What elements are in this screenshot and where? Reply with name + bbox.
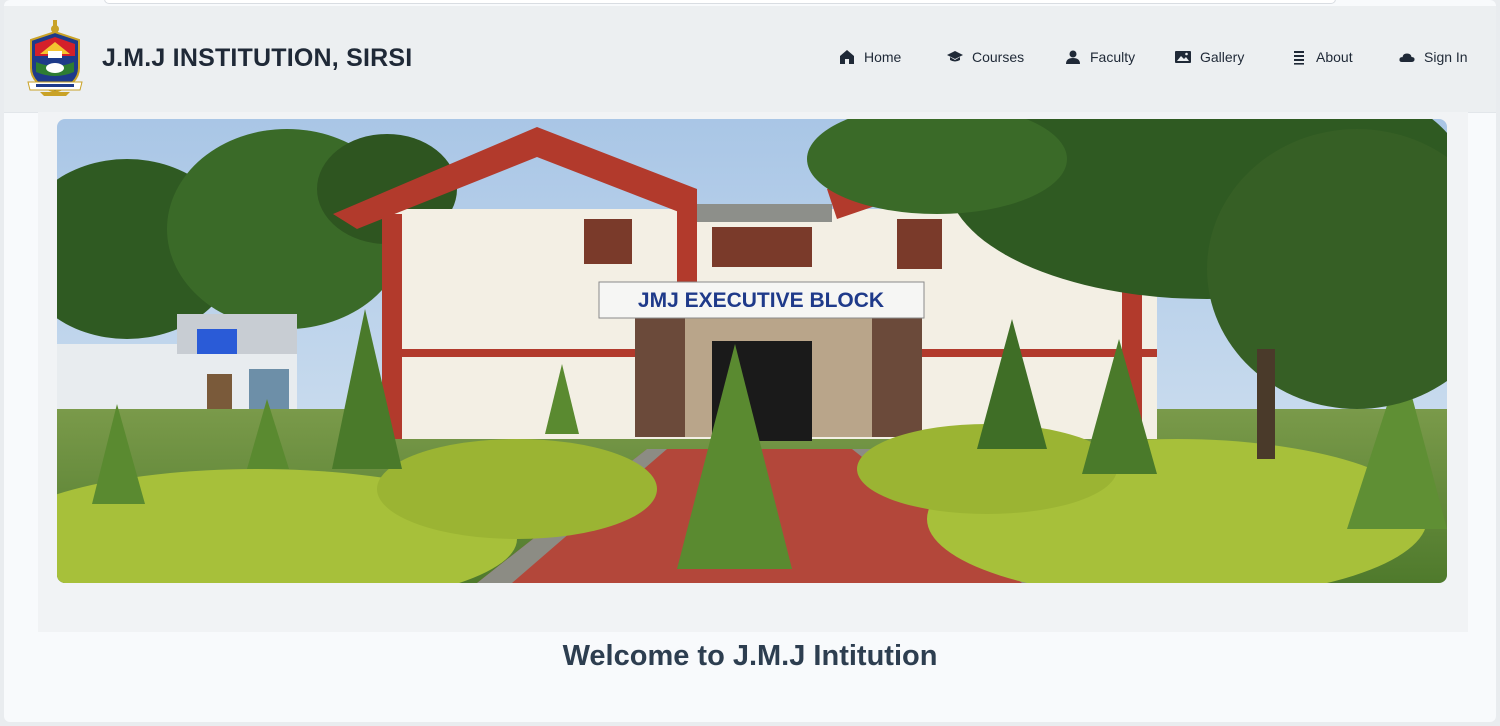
institution-logo[interactable] xyxy=(26,18,84,98)
building-sign: JMJ EXECUTIVE BLOCK xyxy=(638,289,884,312)
page: J.M.J INSTITUTION, SIRSI Home Courses Fa… xyxy=(4,0,1496,722)
list-icon xyxy=(1294,51,1304,65)
nav-faculty[interactable]: Faculty xyxy=(1064,48,1135,66)
browser-top-edge xyxy=(104,0,1336,4)
nav-sign-in-label: Sign In xyxy=(1424,49,1468,65)
nav-courses[interactable]: Courses xyxy=(946,48,1024,66)
cloud-icon xyxy=(1399,53,1415,62)
nav-sign-in[interactable]: Sign In xyxy=(1398,48,1468,66)
image-icon xyxy=(1175,51,1191,63)
nav-courses-label: Courses xyxy=(972,49,1025,65)
nav-home[interactable]: Home xyxy=(838,48,901,66)
nav-faculty-label: Faculty xyxy=(1090,49,1136,65)
graduation-cap-icon xyxy=(947,51,963,62)
nav-about[interactable]: About xyxy=(1290,48,1353,66)
nav-gallery[interactable]: Gallery xyxy=(1174,48,1244,66)
welcome-heading: Welcome to J.M.J Intitution xyxy=(562,640,938,672)
navbar: J.M.J INSTITUTION, SIRSI Home Courses Fa… xyxy=(4,6,1496,113)
hero-image: JMJ EXECUTIVE BLOCK xyxy=(57,119,1447,583)
home-icon xyxy=(840,50,854,64)
nav-about-label: About xyxy=(1316,49,1353,65)
campus-building-photo: JMJ EXECUTIVE BLOCK xyxy=(57,119,1447,583)
nav-gallery-label: Gallery xyxy=(1200,49,1245,65)
user-icon xyxy=(1066,50,1080,64)
site-title: J.M.J INSTITUTION, SIRSI xyxy=(102,44,413,72)
nav-home-label: Home xyxy=(864,49,902,65)
